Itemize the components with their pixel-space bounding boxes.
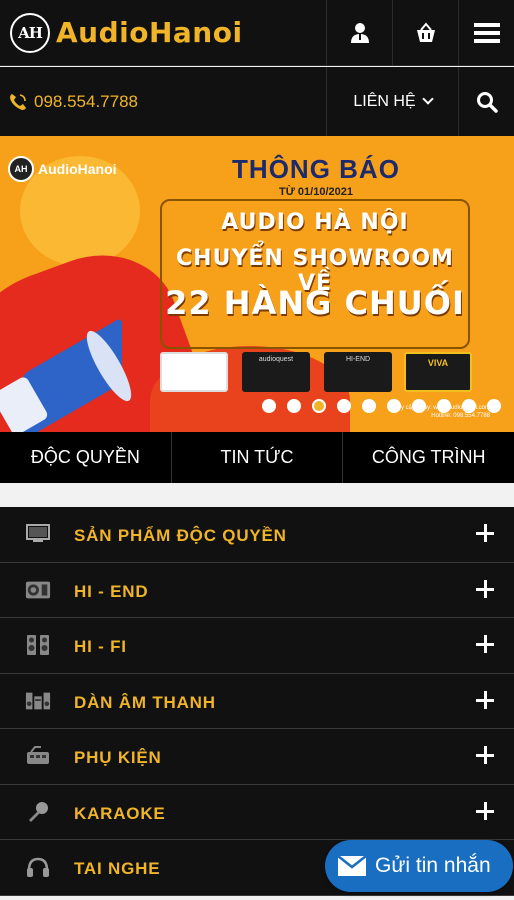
cart-button[interactable] (392, 0, 458, 66)
send-message-label: Gửi tin nhắn (375, 854, 491, 877)
monitor-icon (25, 523, 51, 545)
logo-text: AudioHanoi (56, 16, 243, 49)
tab-tin-tuc[interactable]: TIN TỨC (172, 432, 344, 483)
category-dan-am-thanh[interactable]: DÀN ÂM THANH (0, 673, 514, 729)
banner-logo-text: AudioHanoi (38, 161, 117, 177)
carousel-dot[interactable] (487, 399, 501, 413)
carousel-dot[interactable] (287, 399, 301, 413)
accessory-icon (25, 745, 51, 767)
carousel-dot[interactable] (387, 399, 401, 413)
tab-doc-quyen[interactable]: ĐỘC QUYỀN (0, 432, 172, 483)
speaker-pair-icon (25, 634, 51, 656)
tab-bar: ĐỘC QUYỀN TIN TỨC CÔNG TRÌNH (0, 432, 514, 483)
menu-button[interactable] (458, 0, 514, 66)
carousel-dot[interactable] (262, 399, 276, 413)
category-karaoke[interactable]: KARAOKE (0, 784, 514, 840)
category-label: PHỤ KIỆN (74, 748, 162, 768)
category-label: DÀN ÂM THANH (74, 692, 216, 712)
microphone-icon (25, 801, 51, 823)
category-hi-end[interactable]: HI - END (0, 562, 514, 618)
banner-logo: AH AudioHanoi (8, 156, 117, 182)
expand-plus-icon[interactable] (476, 690, 496, 711)
chevron-down-icon (421, 93, 434, 105)
category-label: SẢN PHẨM ĐỘC QUYỀN (74, 526, 287, 546)
hamburger-icon (473, 23, 500, 43)
carousel-dots (262, 399, 501, 413)
banner-product-4: VIVA (404, 352, 472, 392)
category-san-pham-doc-quyen[interactable]: SẢN PHẨM ĐỘC QUYỀN (0, 507, 514, 563)
category-label: HI - END (74, 581, 149, 601)
sound-system-icon (25, 690, 51, 712)
search-icon (476, 91, 498, 113)
page: AH AudioHanoi 098.554.7788 LIÊN HỆ AH Au… (0, 0, 514, 900)
carousel-dot[interactable] (462, 399, 476, 413)
phone-icon (10, 93, 26, 110)
search-button[interactable] (458, 67, 514, 136)
banner-product-3: HI-END (324, 352, 392, 392)
banner-date: TỪ 01/10/2021 (279, 186, 353, 198)
category-label: HI - FI (74, 637, 127, 657)
banner-product-1 (160, 352, 228, 392)
envelope-icon (337, 855, 367, 876)
top-header: AH AudioHanoi (0, 0, 514, 66)
megaphone-icon (0, 317, 139, 432)
send-message-button[interactable]: Gửi tin nhắn (325, 840, 513, 892)
account-button[interactable] (326, 0, 392, 66)
carousel-dot[interactable] (437, 399, 451, 413)
hotline-link[interactable]: 098.554.7788 (0, 67, 326, 136)
site-logo[interactable]: AH AudioHanoi (0, 0, 326, 65)
category-phu-kien[interactable]: PHỤ KIỆN (0, 729, 514, 785)
expand-plus-icon[interactable] (476, 524, 496, 544)
banner-product-2: audioquest (242, 352, 310, 392)
user-icon (350, 23, 369, 43)
expand-plus-icon[interactable] (476, 801, 496, 822)
expand-plus-icon[interactable] (476, 746, 496, 766)
basket-icon (416, 22, 435, 42)
expand-plus-icon[interactable] (476, 635, 496, 655)
banner-title: THÔNG BÁO (232, 154, 400, 184)
carousel-dot[interactable] (362, 399, 376, 413)
expand-plus-icon[interactable] (476, 579, 496, 600)
promo-banner[interactable]: AH AudioHanoi THÔNG BÁO TỪ 01/10/2021 AU… (0, 136, 514, 432)
headphones-icon (25, 856, 51, 878)
phone-number: 098.554.7788 (34, 91, 138, 111)
logo-mark: AH (10, 12, 50, 53)
contact-label: LIÊN HỆ (353, 92, 416, 110)
banner-line-1: AUDIO HÀ NỘI (221, 210, 409, 235)
carousel-dot[interactable] (412, 399, 426, 413)
contact-dropdown[interactable]: LIÊN HỆ (326, 67, 458, 136)
category-list: SẢN PHẨM ĐỘC QUYỀN HI - END HI - FI DÀN … (0, 507, 514, 896)
tab-cong-trinh[interactable]: CÔNG TRÌNH (343, 432, 514, 483)
category-label: KARAOKE (74, 803, 166, 823)
carousel-dot[interactable] (312, 399, 326, 413)
carousel-dot[interactable] (337, 399, 351, 413)
banner-line-3: 22 HÀNG CHUỐI (165, 284, 465, 322)
category-hi-fi[interactable]: HI - FI (0, 618, 514, 674)
banner-logo-mark: AH (8, 156, 34, 182)
sub-header: 098.554.7788 LIÊN HỆ (0, 67, 514, 136)
speaker-icon (25, 579, 51, 601)
